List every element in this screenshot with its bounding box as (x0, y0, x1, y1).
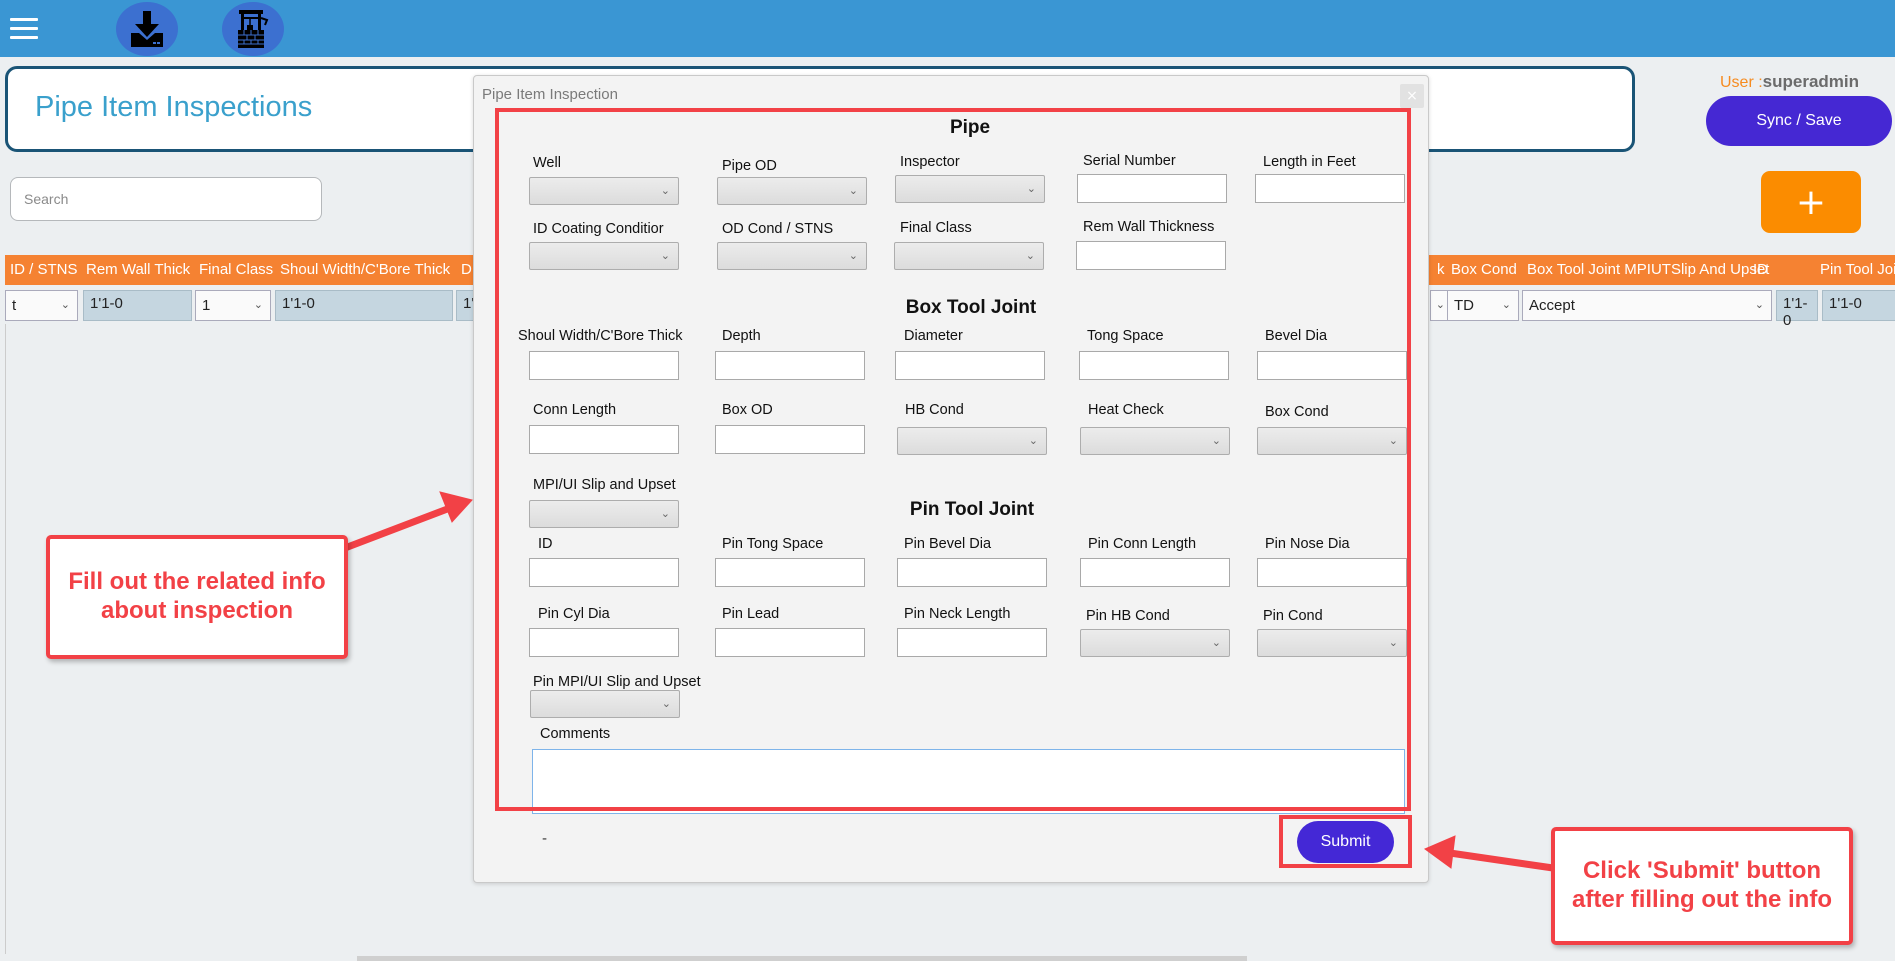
hamburger-icon[interactable] (10, 18, 38, 40)
sync-save-button[interactable]: Sync / Save (1706, 96, 1892, 146)
column-header[interactable]: Shoul Width/C'Bore Thick (280, 261, 450, 278)
well-button[interactable] (222, 2, 284, 56)
chevron-down-icon: ⌄ (1435, 299, 1445, 311)
dialog-title: Pipe Item Inspection (482, 86, 618, 103)
column-header[interactable]: Pin Tool Joi (1820, 261, 1895, 278)
top-bar (0, 0, 1895, 57)
box-mpi-select[interactable]: Accept ⌄ (1522, 290, 1772, 321)
chevron-down-icon: ⌄ (253, 299, 263, 311)
column-header[interactable]: ID (1753, 261, 1768, 278)
chevron-down-icon: ⌄ (1754, 299, 1764, 311)
chevron-down-icon: ⌄ (60, 299, 70, 311)
search-input[interactable] (10, 177, 322, 221)
well-icon (238, 10, 269, 48)
rem-wall-thick-cell[interactable]: 1'1-0 (83, 290, 192, 321)
user-prefix: User : (1720, 74, 1763, 91)
page-title: Pipe Item Inspections (35, 91, 313, 123)
final-class-select[interactable]: 1 ⌄ (195, 290, 271, 321)
status-text: - (542, 831, 548, 847)
pin-tool-joint-cell[interactable]: 1'1-0 (1822, 290, 1895, 321)
horizontal-scrollbar[interactable] (357, 956, 1247, 961)
highlight-form-box (495, 108, 1411, 811)
column-header[interactable]: Box Cond (1451, 261, 1517, 278)
id-stns-select[interactable]: t ⌄ (5, 290, 78, 321)
download-icon (131, 11, 163, 47)
callout-fill-info: Fill out the related info about inspecti… (46, 535, 348, 659)
column-header[interactable]: Final Class (199, 261, 273, 278)
column-header[interactable]: D (461, 261, 472, 278)
column-header[interactable]: k (1437, 261, 1445, 278)
chevron-down-icon: ⌄ (1501, 299, 1511, 311)
highlight-submit-box (1279, 815, 1412, 868)
add-item-button[interactable]: + (1761, 171, 1861, 233)
shoul-width-cell[interactable]: 1'1-0 (275, 290, 453, 321)
box-cond-select[interactable]: TD ⌄ (1447, 290, 1519, 321)
user-name: superadmin (1762, 72, 1860, 91)
column-header[interactable]: Box Tool Joint MPIUTSlip And Upset (1527, 261, 1769, 278)
callout-submit: Click 'Submit' button after filling out … (1551, 827, 1853, 945)
user-label: User :superadmin (1720, 72, 1859, 92)
id-cell[interactable]: 1'1-0 (1776, 290, 1818, 329)
column-header[interactable]: Rem Wall Thick (86, 261, 190, 278)
column-header[interactable]: ID / STNS (10, 261, 78, 278)
download-button[interactable] (116, 2, 178, 56)
close-icon[interactable]: × (1400, 84, 1424, 108)
